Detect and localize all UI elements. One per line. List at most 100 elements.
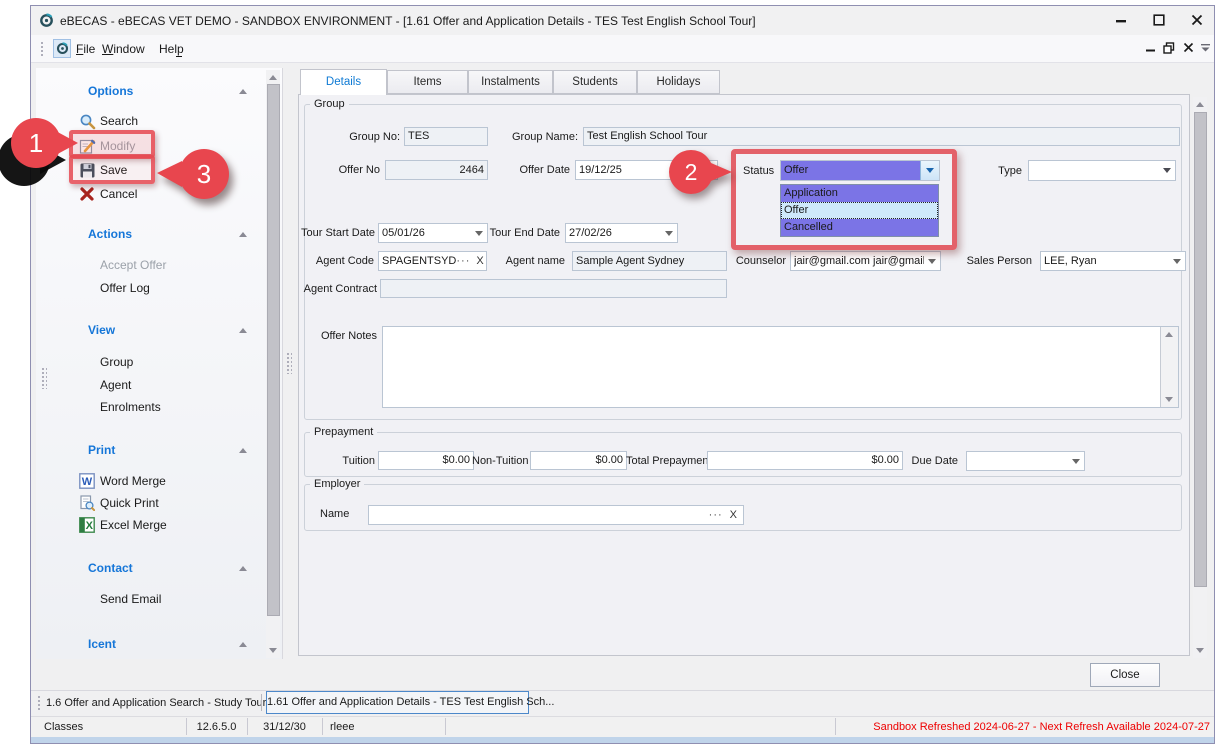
agent-name-label: Agent name <box>498 252 565 270</box>
sidebar-item-agent[interactable]: Agent <box>100 378 131 392</box>
tab-details[interactable]: Details <box>300 69 387 95</box>
tab-students[interactable]: Students <box>553 70 637 94</box>
sales-person-label: Sales Person <box>950 252 1032 270</box>
offer-no-field[interactable]: 2464 <box>385 160 488 180</box>
tab-holidays[interactable]: Holidays <box>637 70 720 94</box>
tab-bar-grip[interactable] <box>37 695 42 711</box>
offer-notes-scrollbar[interactable] <box>1160 327 1178 407</box>
tuition-label: Tuition <box>333 452 375 470</box>
svg-text:X: X <box>86 520 94 532</box>
agent-code-field[interactable]: SPAGENTSYD ··· X <box>378 251 487 271</box>
status-option-application[interactable]: Application <box>781 185 938 202</box>
sidebar-item-modify[interactable]: Modify <box>100 139 135 153</box>
search-icon <box>79 113 96 130</box>
group-no-field[interactable]: TES <box>404 127 488 146</box>
sidebar-item-accept-offer[interactable]: Accept Offer <box>100 258 166 272</box>
sidebar-section-print[interactable]: Print <box>88 443 115 457</box>
menu-window[interactable]: Window <box>98 38 149 60</box>
maximize-button[interactable] <box>1142 8 1176 32</box>
status-cell-context: Classes <box>44 717 83 737</box>
sales-person-dropdown[interactable]: LEE, Ryan <box>1040 251 1186 271</box>
sidebar-item-word-merge[interactable]: Word Merge <box>100 474 166 488</box>
tour-end-date-label: Tour End Date <box>486 224 560 242</box>
svg-text:W: W <box>82 476 93 488</box>
offer-notes-textarea[interactable] <box>382 326 1179 408</box>
status-cell-user: rleee <box>330 717 354 737</box>
sidebar-item-search[interactable]: Search <box>100 114 138 128</box>
sidebar-section-options[interactable]: Options <box>88 84 133 98</box>
status-separator <box>322 718 323 735</box>
left-splitter-grip[interactable] <box>41 367 47 389</box>
menu-help[interactable]: Help <box>155 38 188 60</box>
sidebar-scrollbar[interactable] <box>266 70 280 658</box>
tour-start-date-picker[interactable]: 05/01/26 <box>378 223 488 243</box>
tab-instalments[interactable]: Instalments <box>468 70 553 94</box>
counselor-dropdown[interactable]: jair@gmail.com jair@gmail.cc <box>790 251 941 271</box>
sidebar-section-view[interactable]: View <box>88 323 115 337</box>
collapse-options-icon[interactable] <box>239 89 247 94</box>
type-dropdown[interactable] <box>1028 160 1176 181</box>
mdi-close-button[interactable] <box>1181 40 1196 55</box>
tuition-field[interactable]: $0.00 <box>378 451 474 470</box>
sidebar-section-icent[interactable]: Icent <box>88 637 116 651</box>
status-dropdown[interactable]: Offer <box>780 160 940 181</box>
status-option-cancelled[interactable]: Cancelled <box>781 219 938 236</box>
sidebar-item-cancel[interactable]: Cancel <box>100 187 137 201</box>
status-option-offer[interactable]: Offer <box>781 202 938 219</box>
offer-date-field[interactable]: 19/12/25 <box>575 160 718 180</box>
group-name-field[interactable]: Test English School Tour <box>583 127 1180 146</box>
bottom-tab-details-active[interactable]: 1.61 Offer and Application Details - TES… <box>266 691 529 714</box>
status-dropdown-button[interactable] <box>920 161 939 180</box>
collapse-print-icon[interactable] <box>239 448 247 453</box>
employer-clear-button[interactable]: X <box>730 509 737 521</box>
collapse-icent-icon[interactable] <box>239 642 247 647</box>
collapse-view-icon[interactable] <box>239 328 247 333</box>
sidebar-item-save[interactable]: Save <box>100 163 127 177</box>
agent-contract-field[interactable] <box>380 279 727 298</box>
total-prepayment-field[interactable]: $0.00 <box>707 451 903 470</box>
sidebar-section-actions[interactable]: Actions <box>88 227 132 241</box>
status-label: Status <box>743 162 774 180</box>
tour-start-date-value: 05/01/26 <box>382 227 471 239</box>
sidebar-splitter-grip[interactable] <box>286 352 292 374</box>
collapse-contact-icon[interactable] <box>239 566 247 571</box>
agent-code-clear-button[interactable]: X <box>476 255 483 267</box>
tour-end-date-picker[interactable]: 27/02/26 <box>565 223 678 243</box>
sidebar-item-quick-print[interactable]: Quick Print <box>100 496 159 510</box>
offer-notes-label: Offer Notes <box>313 327 377 345</box>
minimize-button[interactable] <box>1104 8 1138 32</box>
app-logo-icon-small[interactable] <box>53 39 71 58</box>
non-tuition-field[interactable]: $0.00 <box>530 451 627 470</box>
group-box-title: Group <box>310 98 349 110</box>
sidebar-section-contact[interactable]: Contact <box>88 561 133 575</box>
sidebar-item-offer-log[interactable]: Offer Log <box>100 281 150 295</box>
due-date-picker[interactable] <box>966 451 1085 471</box>
status-dropdown-list: Application Offer Cancelled <box>780 184 939 237</box>
close-window-button[interactable] <box>1180 8 1214 32</box>
word-merge-icon: W <box>79 473 95 489</box>
sidebar-item-group[interactable]: Group <box>100 355 133 369</box>
employer-name-field[interactable]: ··· X <box>368 505 744 525</box>
content-scrollbar[interactable] <box>1193 97 1207 658</box>
window-bottom-edge <box>31 737 1214 743</box>
agent-code-lookup-button[interactable]: ··· <box>456 255 470 267</box>
close-button[interactable]: Close <box>1090 663 1160 687</box>
mdi-minimize-button[interactable] <box>1143 40 1158 55</box>
screen: eBECAS - eBECAS VET DEMO - SANDBOX ENVIR… <box>0 0 1221 745</box>
sidebar-item-send-email[interactable]: Send Email <box>100 592 161 606</box>
sidebar-item-enrolments[interactable]: Enrolments <box>100 400 161 414</box>
offer-notes-value <box>383 331 389 343</box>
menubar-grip[interactable] <box>40 41 45 57</box>
mdi-restore-button[interactable] <box>1161 40 1176 55</box>
employer-lookup-button[interactable]: ··· <box>709 509 723 521</box>
toolbar-options-arrow-icon[interactable] <box>1199 42 1211 54</box>
menu-file[interactable]: File <box>72 38 99 60</box>
status-separator <box>445 718 446 735</box>
sidebar-item-excel-merge[interactable]: Excel Merge <box>100 518 167 532</box>
bottom-tab-search[interactable]: 1.6 Offer and Application Search - Study… <box>46 693 258 714</box>
agent-name-field[interactable]: Sample Agent Sydney <box>572 251 727 271</box>
counselor-value: jair@gmail.com jair@gmail.cc <box>794 255 924 267</box>
collapse-actions-icon[interactable] <box>239 232 247 237</box>
status-cell-version: 12.6.5.0 <box>186 717 247 737</box>
tab-items[interactable]: Items <box>387 70 468 94</box>
